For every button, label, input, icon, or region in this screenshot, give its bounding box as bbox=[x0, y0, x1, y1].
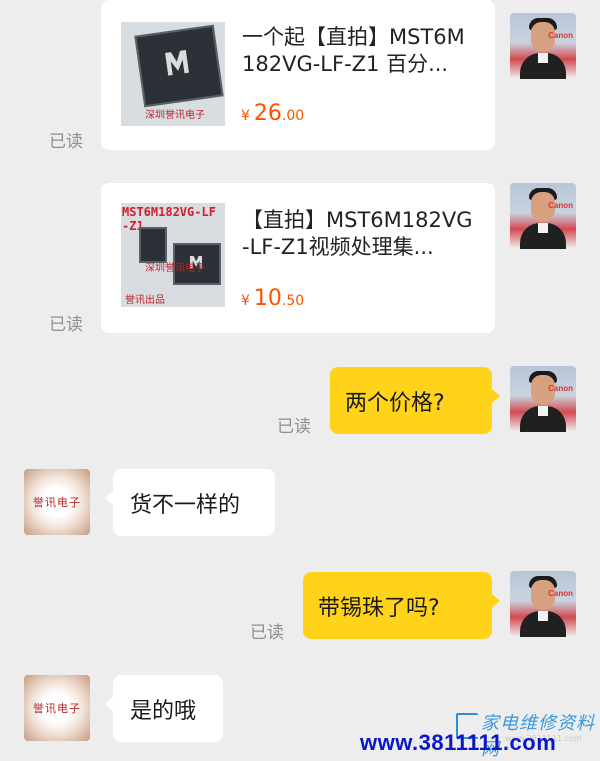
thumbnail-watermark-text: 深圳誉讯电子 bbox=[145, 263, 205, 274]
chip-logo bbox=[165, 50, 189, 76]
shop-avatar[interactable]: 誉讯电子 bbox=[24, 469, 90, 535]
my-message-bubble[interactable]: 带锡珠了吗? bbox=[303, 572, 500, 639]
user-avatar[interactable]: Canon bbox=[510, 571, 576, 637]
product-title[interactable]: 一个起【直拍】MST6M182VG-LF-Z1 百分... bbox=[242, 24, 477, 78]
product-card[interactable]: MST6M182VG-LF -Z1 深圳誉讯电子 誉讯出品 【直拍】MST6M1… bbox=[101, 183, 495, 333]
shop-avatar-text: 誉讯电子 bbox=[33, 702, 81, 715]
thumbnail-model-text: MST6M182VG-LF -Z1 bbox=[122, 205, 216, 233]
price-decimal: .00 bbox=[281, 108, 305, 124]
product-card[interactable]: 深圳誉讯电子 一个起【直拍】MST6M182VG-LF-Z1 百分... ¥26… bbox=[101, 0, 495, 150]
avatar-canon-tag: Canon bbox=[548, 201, 573, 210]
avatar-collar bbox=[538, 223, 548, 233]
user-avatar[interactable]: Canon bbox=[510, 366, 576, 432]
price-currency: ¥ bbox=[241, 108, 250, 124]
watermark-url: www.3811111.com bbox=[360, 730, 557, 755]
shop-message-bubble[interactable]: 是的哦 bbox=[105, 675, 223, 742]
avatar-canon-tag: Canon bbox=[548, 31, 573, 40]
product-title[interactable]: 【直拍】MST6M182VG-LF-Z1视频处理集... bbox=[242, 207, 477, 261]
thumbnail-watermark-text: 深圳誉讯电子 bbox=[145, 110, 205, 121]
product-price: ¥26.00 bbox=[241, 101, 304, 126]
user-avatar[interactable]: Canon bbox=[510, 183, 576, 249]
chip-image bbox=[134, 24, 224, 108]
shop-message-bubble[interactable]: 货不一样的 bbox=[105, 469, 275, 536]
read-status: 已读 bbox=[277, 417, 311, 437]
price-integer: 26 bbox=[253, 101, 282, 126]
my-message-bubble[interactable]: 两个价格? bbox=[330, 367, 500, 434]
price-currency: ¥ bbox=[241, 293, 250, 309]
price-integer: 10 bbox=[253, 286, 282, 311]
user-avatar[interactable]: Canon bbox=[510, 13, 576, 79]
shop-avatar-text: 誉讯电子 bbox=[33, 496, 81, 509]
thumbnail-brand-text: 誉讯出品 bbox=[125, 295, 165, 306]
avatar-canon-tag: Canon bbox=[548, 589, 573, 598]
shop-avatar[interactable]: 誉讯电子 bbox=[24, 675, 90, 741]
product-thumbnail[interactable]: MST6M182VG-LF -Z1 深圳誉讯电子 誉讯出品 bbox=[121, 203, 225, 307]
chip-image bbox=[139, 227, 167, 263]
avatar-canon-tag: Canon bbox=[548, 384, 573, 393]
product-thumbnail[interactable]: 深圳誉讯电子 bbox=[121, 22, 225, 126]
price-decimal: .50 bbox=[281, 293, 305, 309]
read-status: 已读 bbox=[49, 315, 83, 335]
avatar-collar bbox=[538, 53, 548, 63]
avatar-collar bbox=[538, 406, 548, 416]
read-status: 已读 bbox=[250, 623, 284, 643]
avatar-collar bbox=[538, 611, 548, 621]
product-price: ¥10.50 bbox=[241, 286, 304, 311]
read-status: 已读 bbox=[49, 132, 83, 152]
